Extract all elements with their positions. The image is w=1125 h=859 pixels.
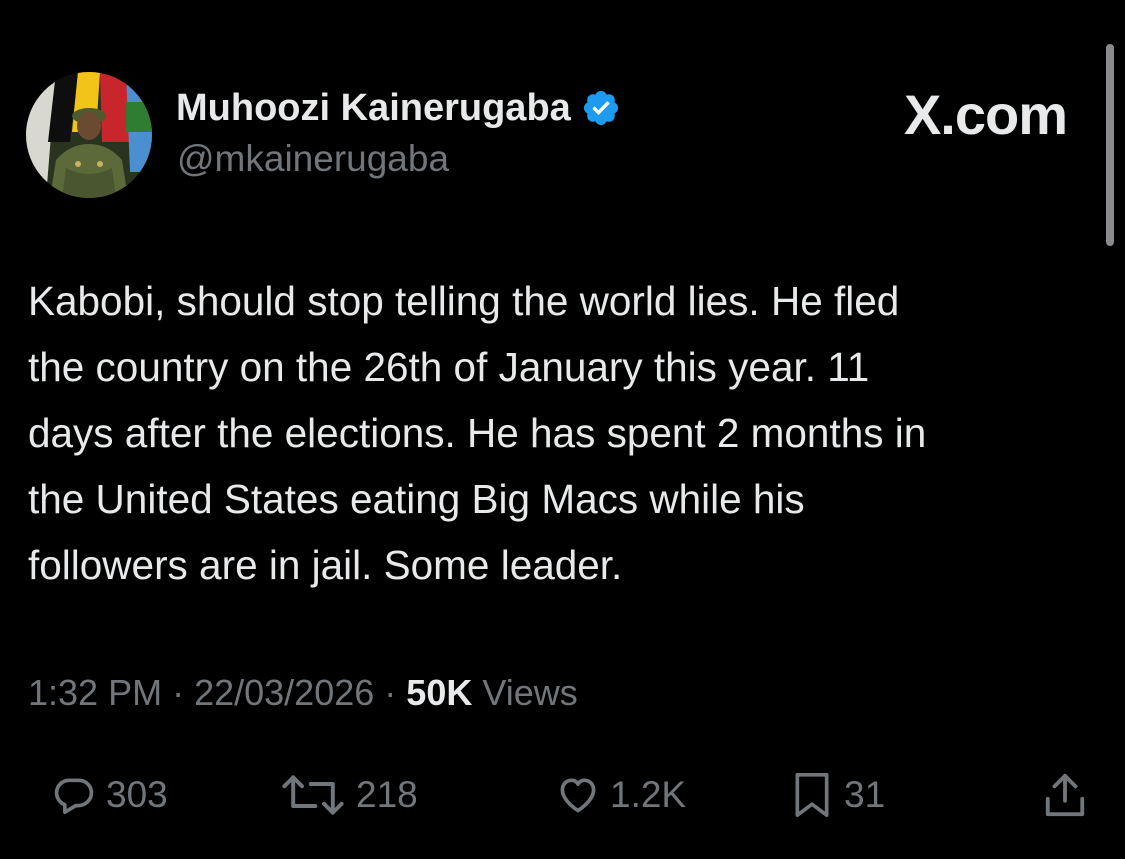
- tweet-actions: 303 218 1.2K 31: [0, 760, 1125, 830]
- author-handle[interactable]: @mkainerugaba: [177, 138, 449, 180]
- share-button[interactable]: [1042, 760, 1088, 830]
- author-name-row: Muhoozi Kainerugaba: [176, 84, 621, 132]
- repost-count: 218: [356, 774, 418, 815]
- reply-icon: [52, 773, 96, 817]
- repost-button[interactable]: 218: [280, 760, 418, 830]
- bookmark-icon: [790, 770, 834, 820]
- tweet-text-line: followers are in jail. Some leader.: [28, 542, 623, 588]
- reply-button[interactable]: 303: [52, 760, 168, 830]
- tweet-date[interactable]: 22/03/2026: [194, 672, 374, 713]
- meta-separator: ·: [384, 672, 407, 713]
- site-brand-logo: X.com: [903, 83, 1068, 146]
- scrollbar[interactable]: [1106, 44, 1114, 246]
- meta-separator: ·: [172, 672, 195, 713]
- tweet-card: Muhoozi Kainerugaba @mkainerugaba X.com …: [0, 0, 1125, 859]
- tweet-time[interactable]: 1:32 PM: [28, 672, 162, 713]
- avatar[interactable]: [26, 72, 152, 198]
- verified-badge-icon: [581, 88, 621, 128]
- views-count[interactable]: 50K: [406, 672, 472, 713]
- tweet-text: Kabobi, should stop telling the world li…: [28, 268, 1103, 598]
- author-name[interactable]: Muhoozi Kainerugaba: [176, 87, 571, 130]
- tweet-text-line: the country on the 26th of January this …: [28, 344, 870, 390]
- bookmark-button[interactable]: 31: [790, 760, 885, 830]
- reply-count: 303: [106, 774, 168, 815]
- share-icon: [1042, 770, 1088, 820]
- heart-icon: [556, 773, 600, 817]
- tweet-text-line: Kabobi, should stop telling the world li…: [28, 278, 900, 324]
- repost-icon: [280, 773, 346, 817]
- like-count: 1.2K: [610, 774, 687, 815]
- tweet-text-line: the United States eating Big Macs while …: [28, 476, 805, 522]
- tweet-meta: 1:32 PM · 22/03/2026 · 50K Views: [28, 672, 578, 714]
- tweet-text-line: days after the elections. He has spent 2…: [28, 410, 927, 456]
- views-label: Views: [482, 672, 578, 713]
- bookmark-count: 31: [844, 774, 886, 815]
- like-button[interactable]: 1.2K: [556, 760, 686, 830]
